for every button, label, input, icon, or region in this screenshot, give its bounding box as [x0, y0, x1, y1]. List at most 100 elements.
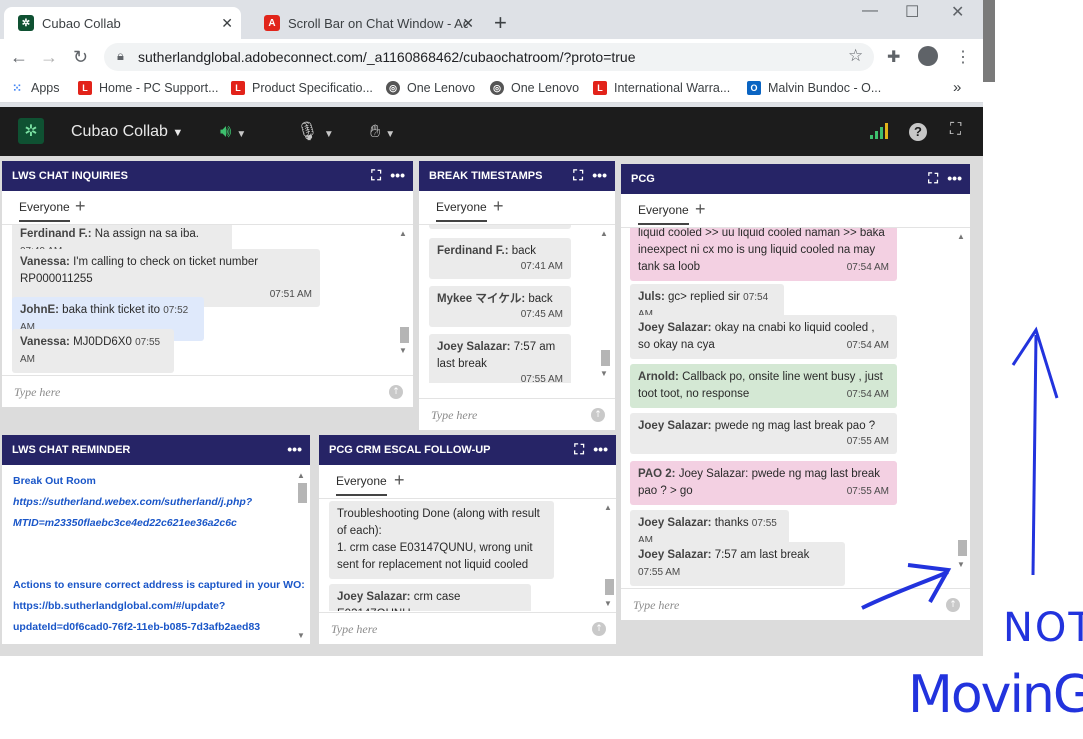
close-tab-icon[interactable]: ✕ — [221, 15, 233, 32]
browser-tab-cubao[interactable]: ✲ Cubao Collab ✕ — [4, 7, 241, 39]
add-tab-icon[interactable]: + — [493, 196, 504, 217]
scroll-down-icon[interactable]: ▼ — [604, 599, 612, 608]
send-icon[interactable]: ↑ — [592, 622, 606, 636]
chat-scrollbar[interactable]: ▲ ▼ — [398, 229, 410, 357]
maximize-pod-icon[interactable]: ⛶ — [574, 441, 584, 458]
tab-everyone[interactable]: Everyone — [336, 474, 387, 496]
page-scrollbar-thumb[interactable] — [983, 0, 995, 82]
reminder-scrollbar[interactable]: ▲ ▼ — [296, 471, 308, 641]
pod-menu-icon[interactable]: ••• — [390, 167, 405, 183]
scrollbar-thumb[interactable] — [605, 579, 614, 595]
pod-menu-icon[interactable]: ••• — [287, 441, 302, 457]
pod-title: BREAK TIMESTAMPS — [429, 170, 543, 182]
pod-header: LWS CHAT INQUIRIES ⛶ ••• — [2, 161, 413, 191]
add-tab-icon[interactable]: + — [394, 470, 405, 491]
scroll-up-icon[interactable]: ▲ — [297, 471, 305, 480]
adobe-favicon-icon: A — [264, 15, 280, 31]
reminder-heading: Break Out Room — [13, 475, 96, 487]
microphone-icon[interactable]: 🎙︎ ▼ — [296, 121, 334, 142]
fullscreen-icon[interactable]: ⛶ — [950, 121, 961, 139]
scroll-down-icon[interactable]: ▼ — [297, 631, 305, 640]
lock-icon[interactable]: 🔒︎ — [117, 48, 124, 64]
bookmark-star-icon[interactable]: ☆ — [848, 46, 863, 66]
scroll-up-icon[interactable]: ▲ — [399, 229, 407, 238]
chat-message: Vanessa: MJ0DD6X0 07:55 AM — [12, 329, 174, 373]
scrollbar-thumb[interactable] — [298, 483, 307, 503]
url-text[interactable]: sutherlandglobal.adobeconnect.com/_a1160… — [138, 49, 636, 65]
bookmark-one-lenovo-1[interactable]: ◎ One Lenovo — [386, 81, 475, 95]
pod-lws-chat-reminder: LWS CHAT REMINDER ••• Break Out Room htt… — [2, 435, 310, 644]
minimize-icon[interactable]: — — [862, 2, 878, 20]
maximize-pod-icon[interactable]: ⛶ — [573, 167, 583, 184]
chat-input[interactable]: Type here ↑ — [2, 375, 413, 407]
tab-title: Cubao Collab — [42, 15, 121, 31]
tab-title: Scroll Bar on Chat Window - Ado — [288, 15, 468, 31]
tab-everyone[interactable]: Everyone — [638, 203, 689, 225]
browser-menu-icon[interactable]: ⋮ — [955, 47, 971, 67]
up-arrow-shaft — [1031, 334, 1038, 576]
bookmark-label: Product Specificatio... — [252, 81, 373, 95]
maximize-icon[interactable]: ☐ — [905, 2, 919, 22]
send-icon[interactable]: ↑ — [389, 385, 403, 399]
bookmark-product-specification[interactable]: L Product Specificatio... — [231, 81, 373, 95]
forward-icon[interactable]: → — [40, 47, 58, 68]
window-close-icon[interactable]: ✕ — [951, 2, 964, 22]
bookmark-label: Malvin Bundoc - O... — [768, 81, 882, 95]
scrollbar-thumb[interactable] — [601, 350, 610, 366]
profile-avatar-icon[interactable] — [918, 46, 938, 66]
help-icon[interactable]: ? — [909, 123, 927, 141]
annotation-arrows — [861, 326, 1059, 610]
bookmark-label: Apps — [31, 81, 60, 95]
scroll-down-icon[interactable]: ▼ — [399, 346, 407, 355]
bookmark-home-pc-support[interactable]: L Home - PC Support... — [78, 81, 219, 95]
maximize-pod-icon[interactable]: ⛶ — [371, 167, 381, 184]
scroll-up-icon[interactable]: ▲ — [957, 232, 965, 241]
tab-everyone[interactable]: Everyone — [436, 200, 487, 222]
chat-tab-row: Everyone + — [621, 194, 970, 228]
reminder-link[interactable]: https://sutherland.webex.com/sutherland/… — [13, 496, 252, 509]
app-title[interactable]: Cubao Collab ▼ — [71, 123, 183, 141]
scroll-down-icon[interactable]: ▼ — [600, 369, 608, 378]
reminder-link[interactable]: updateId=d0f6cad0-76f2-11eb-b085-7d3afb2… — [13, 621, 260, 634]
pod-menu-icon[interactable]: ••• — [593, 441, 608, 457]
raise-hand-icon[interactable]: ✋︎ ▼ — [370, 121, 395, 142]
bookmark-international-warranty[interactable]: L International Warra... — [593, 81, 730, 95]
bookmark-one-lenovo-2[interactable]: ◎ One Lenovo — [490, 81, 579, 95]
reminder-link[interactable]: MTID=m23350flaebc3ce4ed22c621ee36a2c6c — [13, 517, 237, 530]
add-tab-icon[interactable]: + — [75, 196, 86, 217]
scroll-up-icon[interactable]: ▲ — [604, 503, 612, 512]
scroll-up-icon[interactable]: ▲ — [600, 229, 608, 238]
speaker-icon[interactable]: 🔊︎ ▼ — [220, 121, 246, 142]
chat-scrollbar[interactable]: ▲ ▼ — [603, 503, 615, 609]
chat-input[interactable]: Type here ↑ — [319, 612, 616, 644]
more-bookmarks-icon[interactable]: » — [953, 79, 961, 96]
chat-input[interactable]: Type here ↑ — [419, 398, 615, 430]
back-icon[interactable]: ← — [10, 47, 28, 68]
connection-signal-icon[interactable] — [870, 123, 890, 139]
bookmark-malvin-bundoc[interactable]: O Malvin Bundoc - O... — [747, 81, 881, 95]
tab-everyone[interactable]: Everyone — [19, 200, 70, 222]
bookmark-apps[interactable]: ⁙ Apps — [10, 81, 60, 95]
scrollbar-thumb[interactable] — [400, 327, 409, 343]
bookmark-label: One Lenovo — [511, 81, 580, 95]
chat-message: Ferdinand F.: back 07:41 AM — [429, 238, 571, 279]
pod-break-timestamps: BREAK TIMESTAMPS ⛶ ••• Everyone + Ferdin… — [419, 161, 615, 430]
chevron-down-icon: ▼ — [385, 129, 396, 140]
maximize-pod-icon[interactable]: ⛶ — [928, 170, 938, 187]
chat-scrollbar[interactable]: ▲ ▼ — [599, 229, 611, 379]
outlook-icon: O — [747, 81, 761, 95]
send-icon[interactable]: ↑ — [591, 408, 605, 422]
close-tab-icon[interactable]: ✕ — [462, 15, 474, 32]
chevron-down-icon: ▼ — [172, 127, 184, 139]
reload-icon[interactable]: ↻ — [73, 47, 88, 68]
add-tab-icon[interactable]: + — [695, 199, 706, 220]
bookmark-label: One Lenovo — [407, 81, 476, 95]
browser-tab-adobe-forum[interactable]: A Scroll Bar on Chat Window - Ado ✕ — [250, 7, 482, 39]
pod-title: LWS CHAT REMINDER — [12, 444, 131, 456]
reminder-link[interactable]: https://bb.sutherlandglobal.com/#/update… — [13, 600, 225, 613]
new-tab-button[interactable]: + — [494, 10, 507, 36]
extensions-icon[interactable]: ✚ — [887, 47, 900, 67]
pod-menu-icon[interactable]: ••• — [592, 167, 607, 183]
pointer-arrow-head — [907, 563, 952, 603]
pod-menu-icon[interactable]: ••• — [947, 170, 962, 186]
